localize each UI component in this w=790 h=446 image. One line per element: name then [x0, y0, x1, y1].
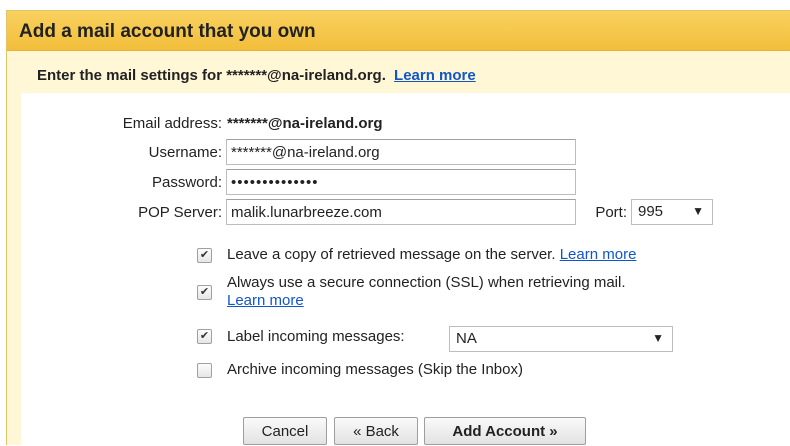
- email-address-text: *******@na-ireland.org: [227, 115, 383, 132]
- add-account-button[interactable]: Add Account »: [424, 417, 586, 445]
- leave-copy-text: Leave a copy of retrieved message on the…: [227, 246, 636, 264]
- label-incoming-checkbox[interactable]: ✔: [197, 329, 212, 344]
- username-label: Username:: [148, 144, 222, 161]
- email-address-value: *******@na-ireland.org: [227, 115, 383, 132]
- label-incoming-label: Label incoming messages:: [227, 328, 405, 345]
- dialog-title: Add a mail account that you own: [19, 21, 316, 42]
- archive-label: Archive incoming messages (Skip the Inbo…: [227, 361, 523, 378]
- back-button[interactable]: « Back: [334, 417, 418, 445]
- label-selected-value: NA: [456, 330, 477, 347]
- add-mail-account-dialog: Add a mail account that you own Enter th…: [6, 10, 790, 446]
- archive-checkbox[interactable]: [197, 363, 212, 378]
- ssl-label: Always use a secure connection (SSL) whe…: [227, 274, 626, 291]
- chevron-down-icon: ▼: [652, 331, 664, 345]
- checkmark-icon: ✔: [199, 249, 210, 261]
- archive-option: Archive incoming messages (Skip the Inbo…: [197, 361, 697, 381]
- intro-text: Enter the mail settings for *******@na-i…: [37, 67, 476, 84]
- ssl-checkbox[interactable]: ✔: [197, 285, 212, 300]
- ssl-option: ✔ Always use a secure connection (SSL) w…: [197, 274, 777, 314]
- label-select[interactable]: NA ▼: [449, 326, 673, 352]
- dialog-body: Enter the mail settings for *******@na-i…: [21, 59, 790, 446]
- intro-learn-more-link[interactable]: Learn more: [394, 67, 476, 84]
- username-input[interactable]: [226, 139, 576, 165]
- password-input[interactable]: [226, 169, 576, 195]
- dialog-header: Add a mail account that you own: [7, 11, 790, 51]
- pop-server-input[interactable]: [226, 199, 576, 225]
- intro-label: Enter the mail settings for *******@na-i…: [37, 67, 386, 84]
- ssl-text: Always use a secure connection (SSL) whe…: [227, 274, 626, 310]
- ssl-learn-more-link[interactable]: Learn more: [227, 292, 304, 309]
- port-selected-value: 995: [638, 203, 664, 220]
- cancel-button[interactable]: Cancel: [243, 417, 327, 445]
- pop-server-label: POP Server:: [138, 204, 222, 221]
- leave-copy-option: ✔ Leave a copy of retrieved message on t…: [197, 246, 777, 266]
- chevron-down-icon: ▼: [692, 204, 704, 218]
- port-select[interactable]: 995 ▼: [631, 199, 713, 225]
- port-label: Port:: [595, 204, 627, 221]
- checkmark-icon: ✔: [199, 286, 210, 298]
- checkmark-icon: ✔: [199, 330, 210, 342]
- leave-copy-label: Leave a copy of retrieved message on the…: [227, 246, 556, 263]
- intro-bar: Enter the mail settings for *******@na-i…: [21, 59, 790, 93]
- password-label: Password:: [151, 174, 222, 191]
- leave-copy-checkbox[interactable]: ✔: [197, 248, 212, 263]
- leave-copy-learn-more-link[interactable]: Learn more: [560, 246, 637, 263]
- email-address-label: Email address:: [122, 115, 222, 132]
